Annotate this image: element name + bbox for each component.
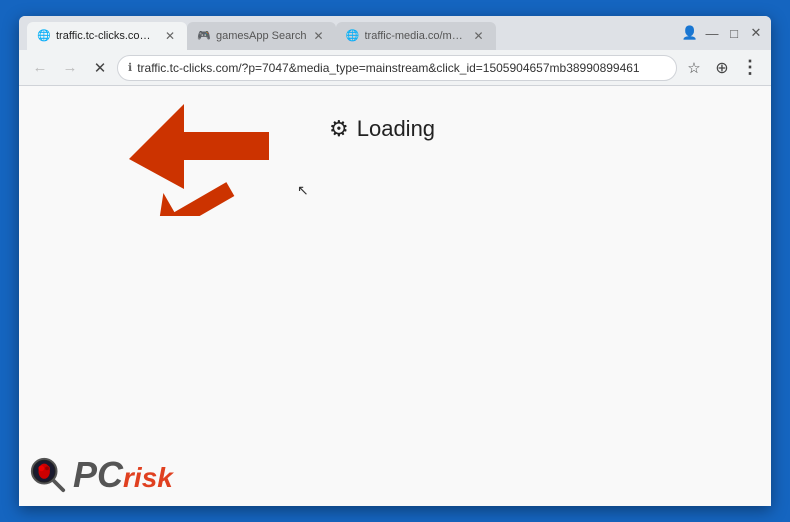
pcrisk-icon [29,456,67,494]
page-content: ⚙ Loading ↖ [19,86,771,506]
address-bar[interactable]: ℹ traffic.tc-clicks.com/?p=7047&media_ty… [117,55,677,81]
pcrisk-logo: PC risk [29,454,173,496]
address-text: traffic.tc-clicks.com/?p=7047&media_type… [137,61,666,75]
bookmark-button[interactable]: ☆ [681,55,707,81]
toolbar: ← → ✕ ℹ traffic.tc-clicks.com/?p=7047&me… [19,50,771,86]
orange-arrow [129,104,269,209]
tab3-favicon: 🌐 [346,29,360,43]
tab1-label: traffic.tc-clicks.com/p=... [56,30,158,42]
tabs-area: 🌐 traffic.tc-clicks.com/p=... ✕ 🎮 gamesA… [27,16,671,50]
maximize-button[interactable]: □ [727,26,741,40]
tab2-favicon: 🎮 [197,29,211,43]
pcrisk-text: PC risk [73,454,173,496]
close-button[interactable]: ✕ [749,26,763,40]
tab3-label: traffic-media.co/mg14S... [365,30,467,42]
tab2-close[interactable]: ✕ [312,29,326,43]
gear-icon: ⚙ [329,116,349,142]
window-controls: 👤 — □ ✕ [675,26,763,40]
forward-button: → [57,55,83,81]
extensions-button[interactable]: ⊕ [709,55,735,81]
browser-window: 🌐 traffic.tc-clicks.com/p=... ✕ 🎮 gamesA… [19,16,771,506]
secure-icon: ℹ [128,61,132,74]
pc-text: PC [73,454,123,496]
loading-text: Loading [357,116,435,142]
toolbar-actions: ☆ ⊕ ⋮ [681,55,763,81]
profile-button[interactable]: 👤 [683,26,697,40]
loading-area: ⚙ Loading [329,116,435,142]
tab-traffic-clicks[interactable]: 🌐 traffic.tc-clicks.com/p=... ✕ [27,22,187,50]
refresh-button[interactable]: ✕ [87,55,113,81]
title-bar: 🌐 traffic.tc-clicks.com/p=... ✕ 🎮 gamesA… [19,16,771,50]
tab1-favicon: 🌐 [37,29,51,43]
tab-traffic-media[interactable]: 🌐 traffic-media.co/mg14S... ✕ [336,22,496,50]
menu-button[interactable]: ⋮ [737,55,763,81]
tab2-label: gamesApp Search [216,30,307,42]
tab1-close[interactable]: ✕ [163,29,177,43]
risk-text: risk [123,462,173,494]
tab3-close[interactable]: ✕ [472,29,486,43]
minimize-button[interactable]: — [705,26,719,40]
pcrisk-watermark: PC risk [29,454,173,496]
back-button: ← [27,55,53,81]
tab-gamesapp[interactable]: 🎮 gamesApp Search ✕ [187,22,336,50]
mouse-cursor: ↖ [297,182,309,199]
